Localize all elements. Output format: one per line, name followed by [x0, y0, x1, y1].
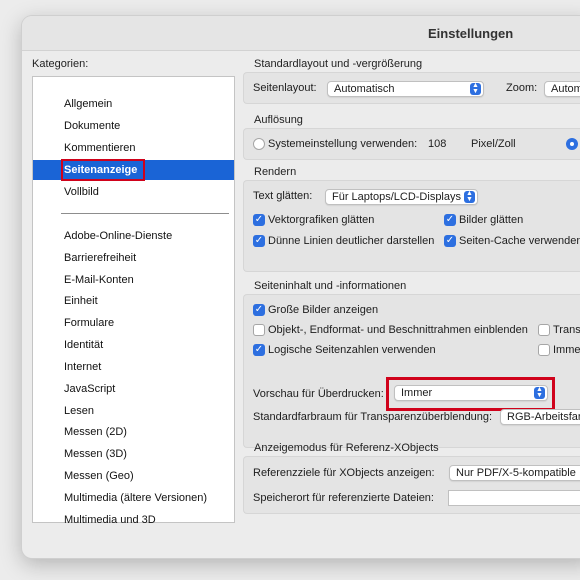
layout-section-title: Standardlayout und -vergrößerung [254, 58, 423, 70]
overprint-value: Immer [401, 387, 433, 399]
category-item-seitenanzeige[interactable]: Seitenanzeige [33, 159, 234, 181]
xobjects-section: Referenzziele für XObjects anzeigen: Nur… [243, 456, 580, 514]
smooth-text-popup[interactable]: Für Laptops/LCD-Displays ▲ ▼ [325, 189, 478, 205]
page-layout-label: Seitenlayout: [253, 82, 317, 94]
referenced-files-label: Speicherort für referenzierte Dateien: [253, 492, 434, 504]
category-separator [61, 213, 229, 214]
smooth-text-label: Text glätten: [253, 190, 313, 202]
thin-lines-label: Dünne Linien deutlicher darstellen [268, 235, 435, 247]
thin-lines-checkbox[interactable]: ✓ [253, 235, 265, 247]
category-item-dokumente[interactable]: Dokumente [33, 116, 234, 136]
boxes-label: Objekt-, Endformat- und Beschnittrahmen … [268, 324, 528, 336]
transparency-grid-label: Transparenzraster einblenden [553, 324, 580, 336]
category-item-email[interactable]: E-Mail-Konten [33, 270, 234, 290]
resolution-section-title: Auflösung [254, 114, 303, 126]
custom-resolution-radio[interactable] [566, 138, 578, 150]
page-layout-popup[interactable]: Automatisch ▲ ▼ [327, 81, 484, 97]
preferences-window: Einstellungen Kategorien: Allgemein Doku… [22, 16, 580, 558]
overprint-popup[interactable]: Immer ▲ ▼ [394, 385, 548, 401]
always-page-size-checkbox[interactable] [538, 344, 550, 356]
window-title: Einstellungen [428, 26, 514, 41]
image-smoothing-checkbox[interactable]: ✓ [444, 214, 456, 226]
vector-smoothing-label: Vektorgrafiken glätten [268, 214, 375, 226]
category-item-formulare[interactable]: Formulare [33, 313, 234, 333]
xobject-targets-popup[interactable]: Nur PDF/X-5-kompatible [449, 465, 580, 481]
resolution-unit: Pixel/Zoll [471, 138, 516, 150]
referenced-files-input[interactable] [448, 490, 580, 506]
zoom-label: Zoom: [506, 82, 538, 94]
always-page-size-label: Immer Dokumentseitenformat anzeigen [553, 344, 580, 356]
page-cache-checkbox[interactable]: ✓ [444, 235, 456, 247]
chevron-updown-icon: ▲ ▼ [534, 386, 545, 399]
system-resolution-value: 108 [428, 138, 447, 150]
large-images-label: Große Bilder anzeigen [268, 304, 379, 316]
boxes-checkbox[interactable] [253, 324, 265, 336]
overprint-label: Vorschau für Überdrucken: [253, 388, 384, 400]
page-cache-label: Seiten-Cache verwenden [459, 235, 580, 247]
xobject-targets-value: Nur PDF/X-5-kompatible [456, 467, 576, 479]
category-item-javascript[interactable]: JavaScript [33, 379, 234, 399]
blend-space-popup[interactable]: RGB-Arbeitsfarbraum [500, 409, 580, 425]
zoom-popup[interactable]: Automatisch [544, 81, 580, 97]
resolution-section: Systemeinstellung verwenden: 108 Pixel/Z… [243, 128, 580, 160]
layout-section: Seitenlayout: Automatisch ▲ ▼ Zoom: Autom… [243, 72, 580, 104]
content-section: ✓ Große Bilder anzeigen Objekt-, Endform… [243, 294, 580, 448]
category-item-messen-2d[interactable]: Messen (2D) [33, 422, 234, 442]
chevron-updown-icon: ▲ ▼ [464, 190, 475, 203]
chevron-updown-icon: ▲ ▼ [470, 82, 481, 95]
category-item-messen-geo[interactable]: Messen (Geo) [33, 466, 234, 486]
category-item-messen-3d[interactable]: Messen (3D) [33, 444, 234, 464]
large-images-checkbox[interactable]: ✓ [253, 304, 265, 316]
render-section-title: Rendern [254, 166, 297, 178]
system-setting-label: Systemeinstellung verwenden: [268, 138, 418, 150]
category-item-allgemein[interactable]: Allgemein [33, 94, 234, 114]
system-setting-radio[interactable] [253, 138, 265, 150]
category-item-label: Seitenanzeige [61, 159, 146, 181]
content-section-title: Seiteninhalt und -informationen [254, 280, 407, 292]
logical-pages-label: Logische Seitenzahlen verwenden [268, 344, 436, 356]
blend-space-value: RGB-Arbeitsfarbraum [507, 411, 580, 423]
category-item-multimedia-legacy[interactable]: Multimedia (ältere Versionen) [33, 488, 234, 508]
category-item-multimedia-3d[interactable]: Multimedia und 3D [33, 510, 234, 530]
category-item-identitaet[interactable]: Identität [33, 335, 234, 355]
smooth-text-value: Für Laptops/LCD-Displays [332, 191, 461, 203]
image-smoothing-label: Bilder glätten [459, 214, 524, 226]
vector-smoothing-checkbox[interactable]: ✓ [253, 214, 265, 226]
category-item-lesen[interactable]: Lesen [33, 401, 234, 421]
transparency-grid-checkbox[interactable] [538, 324, 550, 336]
zoom-value: Automatisch [551, 83, 580, 95]
category-item-barrierefreiheit[interactable]: Barrierefreiheit [33, 248, 234, 268]
categories-label: Kategorien: [32, 58, 89, 70]
category-item-vollbild[interactable]: Vollbild [33, 182, 234, 202]
render-section: Text glätten: Für Laptops/LCD-Displays ▲… [243, 180, 580, 272]
page-layout-value: Automatisch [334, 83, 395, 95]
xobject-targets-label: Referenzziele für XObjects anzeigen: [253, 467, 435, 479]
category-item-internet[interactable]: Internet [33, 357, 234, 377]
xobjects-section-title: Anzeigemodus für Referenz-XObjects [254, 442, 439, 454]
blend-space-label: Standardfarbraum für Transparenzüberblen… [253, 411, 493, 423]
categories-list[interactable]: Allgemein Dokumente Kommentieren Seitena… [32, 76, 235, 526]
category-item-einheit[interactable]: Einheit [33, 291, 234, 311]
category-item-adobe-online[interactable]: Adobe-Online-Dienste [33, 226, 234, 246]
title-bar: Einstellungen [22, 16, 580, 51]
category-item-kommentieren[interactable]: Kommentieren [33, 138, 234, 158]
logical-pages-checkbox[interactable]: ✓ [253, 344, 265, 356]
